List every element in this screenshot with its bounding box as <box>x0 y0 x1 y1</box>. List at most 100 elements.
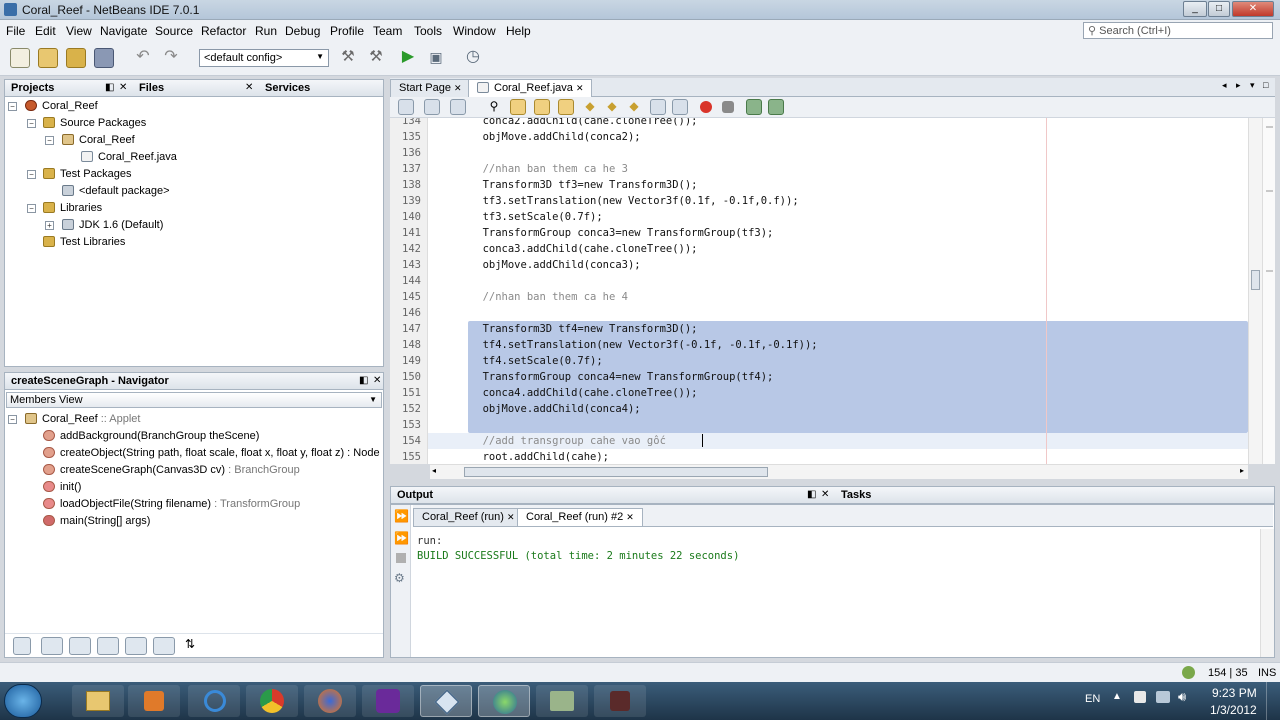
netbeans-app-icon[interactable] <box>478 685 530 717</box>
close-icon[interactable]: ✕ <box>507 512 515 522</box>
menu-tools[interactable]: Tools <box>414 24 442 38</box>
find-prev-icon[interactable] <box>510 99 526 115</box>
new-project-icon[interactable] <box>38 48 58 68</box>
collapse-toggle[interactable]: − <box>45 136 54 145</box>
scroll-left-icon[interactable]: ◂ <box>432 466 436 475</box>
member-item[interactable]: createObject(String path, float scale, f… <box>43 447 380 459</box>
ie-browser-icon[interactable] <box>188 685 240 717</box>
save-all-icon[interactable] <box>94 48 114 68</box>
maximize-button[interactable]: □ <box>1208 1 1230 17</box>
scrollbar-thumb[interactable] <box>1251 270 1260 290</box>
rerun-icon[interactable]: ⏩ <box>394 509 409 523</box>
prev-bookmark-icon[interactable]: ◆ <box>582 99 598 115</box>
class-node[interactable]: Coral_Reef :: Applet <box>25 413 140 425</box>
horizontal-scrollbar[interactable]: ◂ ▸ <box>430 464 1248 479</box>
collapse-toggle[interactable]: − <box>27 170 36 179</box>
config-dropdown[interactable]: <default config> ▼ <box>199 49 329 67</box>
explorer-app-icon[interactable] <box>72 685 124 717</box>
tree-item-libraries[interactable]: Libraries <box>43 202 102 214</box>
filter-innerclasses-icon[interactable] <box>125 637 147 655</box>
settings-icon[interactable]: ⚙ <box>394 571 405 585</box>
firefox-browser-icon[interactable] <box>304 685 356 717</box>
start-button[interactable] <box>4 684 42 718</box>
scroll-tabs-right-icon[interactable]: ▸ <box>1236 80 1241 91</box>
tree-item-default-package[interactable]: <default package> <box>62 185 170 197</box>
filter-inherited-icon[interactable] <box>97 637 119 655</box>
clock-time[interactable]: 9:23 PM <box>1212 686 1257 700</box>
menu-debug[interactable]: Debug <box>285 24 320 38</box>
tree-item-project[interactable]: Coral_Reef <box>25 100 98 112</box>
member-item[interactable]: main(String[] args) <box>43 515 150 527</box>
tree-item-test-libraries[interactable]: Test Libraries <box>43 236 125 248</box>
toggle-highlight-icon[interactable] <box>558 99 574 115</box>
clock-date[interactable]: 1/3/2012 <box>1210 703 1257 717</box>
scroll-right-icon[interactable]: ▸ <box>1240 466 1244 475</box>
back-icon[interactable] <box>450 99 466 115</box>
tree-item-java-file[interactable]: Coral_Reef.java <box>81 151 177 163</box>
search-input[interactable]: ⚲ Search (Ctrl+I) <box>1083 22 1273 39</box>
stop-macro-icon[interactable] <box>722 101 734 113</box>
redo-icon[interactable]: ↷ <box>161 48 181 68</box>
scrollbar-thumb[interactable] <box>464 467 768 477</box>
network-icon[interactable] <box>1156 691 1170 703</box>
flag-icon[interactable] <box>1134 691 1146 703</box>
minimize-button[interactable]: _ <box>1183 1 1207 17</box>
member-item[interactable]: createSceneGraph(Canvas3D cv) : BranchGr… <box>43 464 300 476</box>
menu-edit[interactable]: Edit <box>35 24 56 38</box>
vertical-scrollbar[interactable] <box>1248 118 1262 464</box>
stop-icon[interactable] <box>396 553 406 563</box>
member-item[interactable]: loadObjectFile(String filename) : Transf… <box>43 498 300 510</box>
undo-icon[interactable]: ↶ <box>133 48 153 68</box>
show-desktop-button[interactable] <box>1266 682 1280 720</box>
source-history-icon[interactable] <box>398 99 414 115</box>
filter-fields-icon[interactable] <box>13 637 31 655</box>
close-icon[interactable]: ✕ <box>119 82 127 93</box>
collapse-toggle[interactable]: − <box>27 119 36 128</box>
filter-javadoc-icon[interactable] <box>153 637 175 655</box>
menu-view[interactable]: View <box>66 24 92 38</box>
yahoo-messenger-icon[interactable] <box>362 685 414 717</box>
tab-start-page[interactable]: Start Page ✕ <box>390 79 471 97</box>
tab-run-2[interactable]: Coral_Reef (run) #2 ✕ <box>517 508 643 526</box>
code-editor[interactable]: 134 135 136 137 138 139 140 141 142 143 144 145 146 1… <box>390 118 1275 464</box>
uncomment-icon[interactable] <box>768 99 784 115</box>
menu-source[interactable]: Source <box>155 24 193 38</box>
debug-icon[interactable]: ▣ <box>426 48 446 68</box>
close-button[interactable]: ✕ <box>1232 1 1274 17</box>
close-icon[interactable]: ✕ <box>626 512 634 522</box>
start-macro-icon[interactable] <box>700 101 712 113</box>
menu-navigate[interactable]: Navigate <box>100 24 147 38</box>
output-scrollbar[interactable] <box>1260 529 1274 657</box>
shift-right-icon[interactable] <box>672 99 688 115</box>
new-file-icon[interactable] <box>10 48 30 68</box>
menu-profile[interactable]: Profile <box>330 24 364 38</box>
show-hidden-icons-icon[interactable]: ▲ <box>1112 691 1122 702</box>
language-indicator[interactable]: EN <box>1085 693 1100 705</box>
toggle-bookmark-icon[interactable]: ◆ <box>626 99 642 115</box>
tab-services[interactable]: Services <box>265 82 310 94</box>
close-icon[interactable]: ✕ <box>821 489 829 500</box>
menu-refactor[interactable]: Refactor <box>201 24 246 38</box>
collapse-toggle[interactable]: − <box>8 102 17 111</box>
shift-left-icon[interactable] <box>650 99 666 115</box>
find-icon[interactable]: ⚲ <box>486 99 502 115</box>
open-project-icon[interactable] <box>66 48 86 68</box>
collapse-toggle[interactable]: − <box>27 204 36 213</box>
minimize-icon[interactable]: ◧ <box>105 82 114 93</box>
member-item[interactable]: addBackground(BranchGroup theScene) <box>43 430 259 442</box>
minimize-icon[interactable]: ◧ <box>359 375 368 386</box>
close-icon[interactable]: ✕ <box>454 83 462 93</box>
filter-nonpublic-icon[interactable] <box>69 637 91 655</box>
comment-icon[interactable] <box>746 99 762 115</box>
close-icon[interactable]: ✕ <box>576 83 584 93</box>
find-next-icon[interactable] <box>534 99 550 115</box>
tab-run-1[interactable]: Coral_Reef (run) ✕ <box>413 508 524 526</box>
maximize-icon[interactable]: □ <box>1263 80 1268 90</box>
menu-file[interactable]: File <box>6 24 25 38</box>
virtualbox-app-icon[interactable] <box>420 685 472 717</box>
close-icon[interactable]: ✕ <box>245 82 253 93</box>
run-icon[interactable]: ▶ <box>398 48 418 68</box>
sort-icon[interactable]: ⇅ <box>181 637 199 655</box>
member-item[interactable]: init() <box>43 481 81 493</box>
notification-icon[interactable] <box>1182 666 1195 679</box>
